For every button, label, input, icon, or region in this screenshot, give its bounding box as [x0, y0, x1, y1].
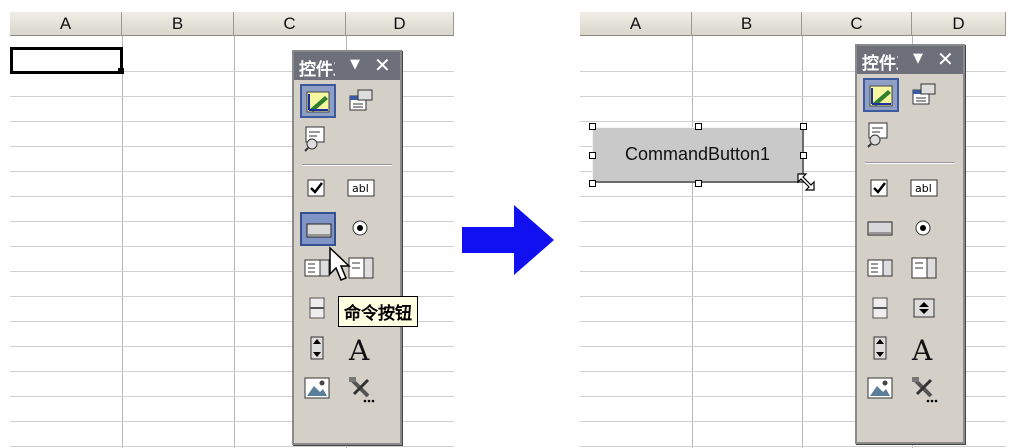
control-toolbox-right: 控件工具箱 ▼ ✕ abl A	[855, 44, 965, 444]
toolbox-title: 控件工具箱	[862, 54, 898, 74]
listbox-icon[interactable]	[863, 252, 899, 286]
column-header-label: B	[740, 14, 753, 33]
column-header-label: A	[59, 14, 72, 33]
close-icon[interactable]: ✕	[937, 47, 954, 71]
checkbox-icon[interactable]	[863, 172, 899, 206]
label-icon[interactable]: A	[344, 332, 380, 366]
grid-line	[802, 36, 803, 448]
mouse-pointer-icon	[329, 246, 351, 281]
svg-text:abl: abl	[352, 182, 369, 195]
view-code-icon[interactable]	[863, 118, 899, 152]
toolbox-title-bar[interactable]: 控件工具箱 ▼ ✕	[857, 46, 963, 74]
resize-handle[interactable]	[589, 180, 596, 187]
column-header-a[interactable]: A	[580, 12, 692, 36]
design-mode-icon[interactable]	[300, 84, 336, 118]
checkbox-icon[interactable]	[300, 172, 336, 206]
column-header-a[interactable]: A	[10, 12, 122, 36]
resize-handle[interactable]	[800, 152, 807, 159]
svg-text:A: A	[911, 334, 933, 364]
label-icon[interactable]: A	[907, 332, 943, 366]
textbox-icon[interactable]: abl	[907, 172, 943, 206]
column-header-label: A	[629, 14, 642, 33]
toolbar-separator	[865, 162, 955, 164]
option-button-icon[interactable]	[344, 212, 380, 246]
view-code-icon[interactable]	[300, 122, 336, 156]
active-cell-a1[interactable]	[10, 47, 123, 74]
toggle-button-icon[interactable]	[300, 292, 336, 326]
tooltip: 命令按钮	[338, 296, 418, 327]
command-button-label: CommandButton1	[624, 144, 771, 164]
image-icon[interactable]	[300, 372, 336, 406]
resize-cursor-icon	[797, 173, 815, 191]
column-header-b[interactable]: B	[122, 12, 234, 36]
toolbox-title-bar[interactable]: 控件工具箱 ▼ ✕	[294, 52, 400, 80]
command-button-icon[interactable]	[300, 212, 336, 246]
column-header-label: C	[850, 14, 863, 33]
textbox-icon[interactable]: abl	[344, 172, 380, 206]
command-button-icon[interactable]	[863, 212, 899, 246]
properties-icon[interactable]	[344, 84, 380, 118]
grid-line	[692, 36, 693, 448]
column-header-label: D	[952, 14, 965, 33]
fill-handle[interactable]	[118, 68, 124, 74]
toolbar-options-dropdown-icon[interactable]: ▼	[913, 51, 923, 66]
combobox-icon[interactable]	[907, 252, 943, 286]
spin-button-icon[interactable]	[907, 292, 943, 326]
tooltip-text: 命令按钮	[344, 304, 412, 324]
resize-handle[interactable]	[589, 123, 596, 130]
close-icon[interactable]: ✕	[374, 53, 391, 77]
column-header-label: D	[393, 14, 406, 33]
properties-icon[interactable]	[907, 78, 943, 112]
toolbar-options-dropdown-icon[interactable]: ▼	[350, 57, 360, 72]
toolbar-separator	[302, 164, 392, 166]
toolbox-title: 控件工具箱	[299, 60, 335, 80]
svg-text:A: A	[348, 334, 370, 364]
column-header-d[interactable]: D	[346, 12, 454, 36]
resize-handle[interactable]	[800, 123, 807, 130]
resize-handle[interactable]	[589, 152, 596, 159]
resize-handle[interactable]	[695, 123, 702, 130]
command-button-1[interactable]: CommandButton1	[592, 127, 804, 183]
design-mode-icon[interactable]	[863, 78, 899, 112]
right-arrow-icon	[462, 205, 554, 275]
toggle-button-icon[interactable]	[863, 292, 899, 326]
option-button-icon[interactable]	[907, 212, 943, 246]
more-controls-icon[interactable]	[344, 372, 380, 406]
column-header-label: B	[171, 14, 184, 33]
column-header-label: C	[283, 14, 296, 33]
more-controls-icon[interactable]	[907, 372, 943, 406]
scrollbar-icon[interactable]	[863, 332, 899, 366]
column-header-d[interactable]: D	[912, 12, 1006, 36]
grid-line	[234, 36, 235, 448]
resize-handle[interactable]	[695, 180, 702, 187]
grid-line	[10, 446, 454, 447]
scrollbar-icon[interactable]	[300, 332, 336, 366]
grid-line	[122, 36, 123, 448]
column-header-b[interactable]: B	[692, 12, 802, 36]
svg-text:abl: abl	[915, 182, 932, 195]
grid-line	[580, 446, 1006, 447]
column-header-c[interactable]: C	[802, 12, 912, 36]
column-header-c[interactable]: C	[234, 12, 346, 36]
image-icon[interactable]	[863, 372, 899, 406]
